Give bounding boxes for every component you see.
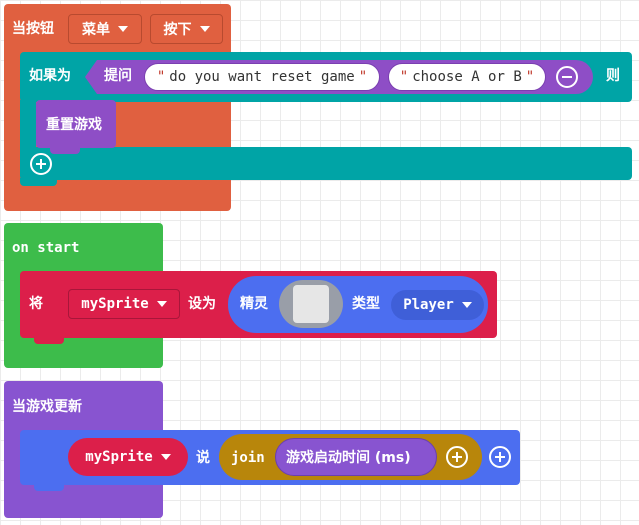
kind-dropdown[interactable]: Player: [391, 290, 484, 320]
reset-game-label: 重置游戏: [46, 117, 102, 133]
event-dropdown-value: 按下: [163, 22, 192, 38]
join-add-input-icon[interactable]: [446, 446, 468, 468]
on-button-label: 当按钮: [12, 21, 54, 37]
ask-string-2-text: choose A or B: [412, 69, 522, 85]
chevron-down-icon: [118, 26, 128, 32]
quote-close: ": [358, 69, 368, 85]
variable-dropdown[interactable]: mySprite: [68, 289, 180, 319]
chevron-down-icon: [199, 26, 210, 32]
set-label: 将: [29, 296, 43, 312]
assign-label: 设为: [188, 296, 216, 312]
if-block-spine: [20, 100, 36, 150]
ask-string-1-text: do you want reset game: [169, 69, 355, 85]
sprite-label: 精灵: [240, 296, 268, 312]
ask-string-1[interactable]: " do you want reset game ": [144, 63, 380, 91]
chevron-down-icon: [160, 454, 171, 460]
reset-game-tab: [50, 146, 80, 154]
button-dropdown-value: 菜单: [82, 22, 110, 38]
ask-label: 提问: [104, 68, 132, 84]
on-start-label: on start: [12, 240, 80, 256]
sprite-image-picker[interactable]: [279, 280, 343, 328]
if-label: 如果为: [29, 68, 71, 84]
remove-input-icon[interactable]: [556, 66, 578, 88]
then-label: 则: [606, 68, 620, 84]
game-time-label: 游戏启动时间 (ms): [286, 450, 411, 466]
ask-string-2[interactable]: " choose A or B ": [388, 63, 546, 91]
quote-open: ": [399, 69, 409, 85]
say-variable-dropdown[interactable]: mySprite: [68, 438, 188, 476]
quote-open: ": [156, 69, 166, 85]
on-game-update-label: 当游戏更新: [12, 399, 82, 415]
chevron-down-icon: [156, 301, 167, 307]
if-block-bottom: [20, 147, 632, 180]
say-block-tab: [34, 483, 64, 491]
join-label: join: [231, 450, 265, 466]
say-variable-value: mySprite: [85, 449, 153, 465]
variable-dropdown-value: mySprite: [81, 296, 149, 312]
kind-label: 类型: [352, 296, 380, 312]
sprite-image-icon: [293, 285, 329, 323]
kind-dropdown-value: Player: [403, 297, 454, 313]
if-block-bottom-tab: [20, 178, 57, 186]
say-add-input-icon[interactable]: [489, 446, 511, 468]
button-dropdown[interactable]: 菜单: [68, 14, 142, 44]
quote-close: ": [525, 69, 535, 85]
add-else-icon[interactable]: [30, 153, 52, 175]
say-label: 说: [196, 450, 210, 466]
chevron-down-icon: [461, 302, 472, 308]
event-dropdown[interactable]: 按下: [150, 14, 223, 44]
set-variable-tab: [34, 336, 64, 344]
